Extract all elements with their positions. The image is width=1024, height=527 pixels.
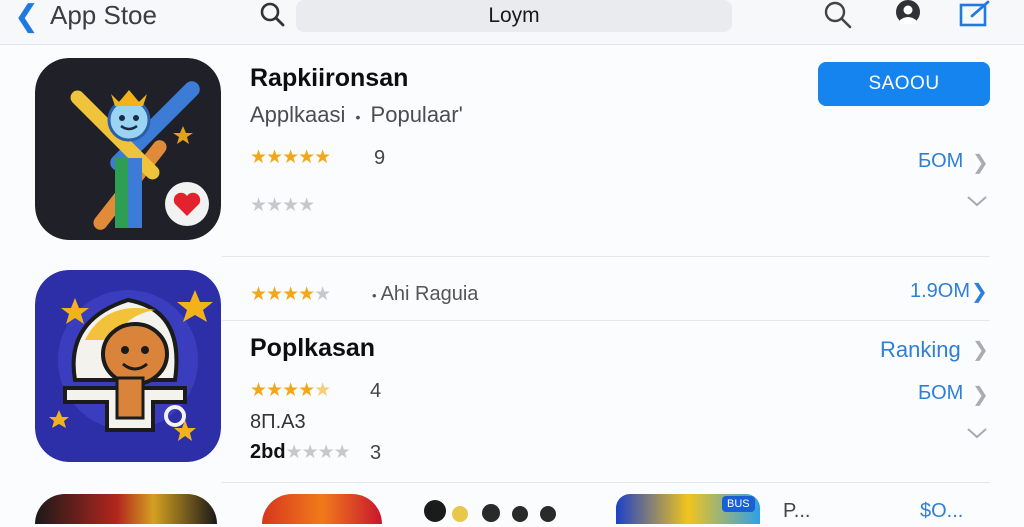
review-byline: • Ahi Raguia (372, 283, 478, 306)
app-icon-partial[interactable] (262, 494, 382, 524)
bus-badge: BUS (722, 496, 755, 512)
search-input[interactable] (296, 0, 732, 32)
compose-icon[interactable] (958, 0, 992, 30)
get-button[interactable]: SAOOU (818, 62, 990, 106)
app-icon-partial[interactable] (35, 494, 217, 524)
app-title[interactable]: Poplkasan (250, 334, 375, 363)
rating-stars: ★★★★★ (250, 380, 331, 401)
separator-dot: • (355, 109, 361, 125)
rating-stars: ★★★★★ (250, 147, 331, 168)
chevron-down-icon[interactable] (965, 194, 989, 208)
monkey-character-icon[interactable] (35, 270, 221, 462)
review-count-link[interactable]: 1.9OM (910, 280, 970, 303)
chevron-right-icon[interactable]: ❯ (971, 279, 988, 304)
app-title[interactable]: Rapkiironsan (250, 64, 408, 93)
separator-dot: • (372, 288, 377, 303)
chevron-right-icon[interactable]: ❯ (972, 150, 989, 175)
row-divider (222, 320, 990, 321)
chevron-down-icon[interactable] (965, 426, 989, 440)
app-tag: Populaar (370, 102, 459, 127)
rating-count: 9 (374, 147, 386, 169)
search-icon[interactable] (820, 0, 854, 30)
bottom-count: 3 (370, 442, 382, 464)
bottom-rating-line: 2bd★★★★ (250, 441, 351, 464)
rating-stars-empty: ★★★★ (250, 195, 315, 216)
chevron-right-icon[interactable]: ❯ (972, 382, 989, 407)
review-stars: ★★★★★ (250, 284, 331, 305)
game-stick-figure-icon[interactable] (35, 58, 221, 240)
row-divider (222, 482, 990, 483)
rating-count: 4 (370, 380, 382, 402)
app-size[interactable]: ƂOM (918, 382, 963, 405)
app-detail-line: 8Π.A3 (250, 411, 306, 433)
back-chevron-icon[interactable]: ❮ (14, 2, 39, 32)
app-subtitle: Applkaasi • Populaar' (250, 102, 463, 128)
review-author: Ahi Raguia (380, 283, 479, 305)
row-divider (222, 256, 990, 257)
tag-suffix: ' (458, 102, 463, 127)
bottom-stars: ★★★★ (285, 442, 351, 463)
character-strip (424, 500, 594, 522)
ranking-link[interactable]: Ranking (880, 337, 961, 363)
app-category: Applkaasi (250, 102, 346, 127)
bottom-prefix: 2bd (250, 441, 286, 463)
chevron-right-icon[interactable]: ❯ (972, 337, 989, 362)
account-icon[interactable] (891, 0, 925, 30)
nav-title: App Stoe (50, 0, 157, 30)
search-icon[interactable] (258, 0, 286, 30)
app-size[interactable]: ƂOM (918, 150, 963, 173)
